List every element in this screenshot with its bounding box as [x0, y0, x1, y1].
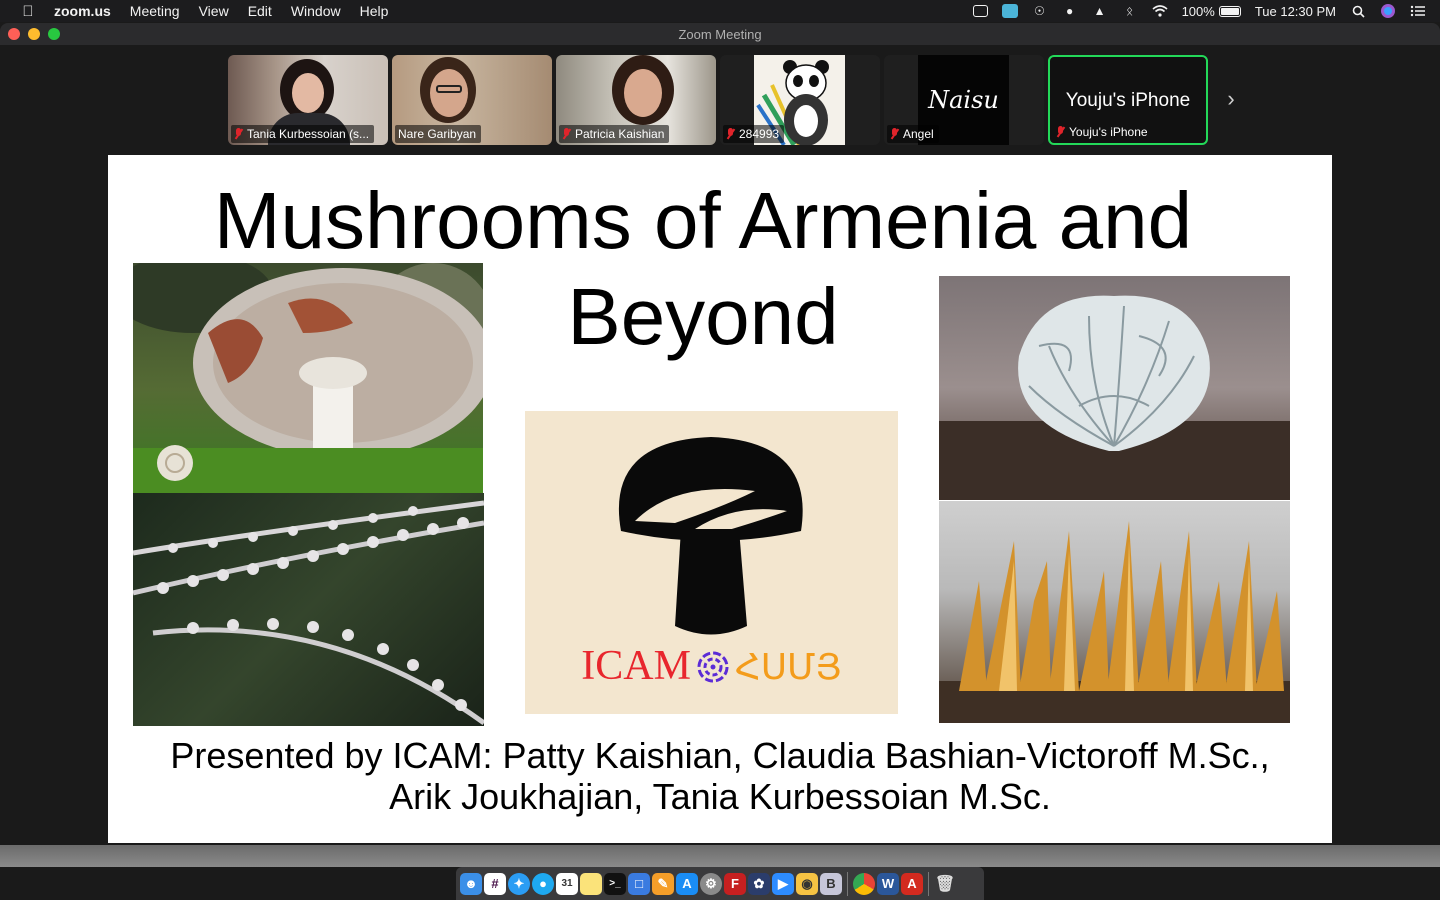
participant-name: Tania Kurbessoian (s...	[247, 127, 370, 141]
bbedit-icon[interactable]: B	[820, 872, 842, 895]
app-store-icon[interactable]: A	[676, 872, 698, 895]
muted-mic-icon	[562, 128, 571, 140]
safari-icon[interactable]: ✦	[508, 872, 530, 895]
filezilla-icon[interactable]: F	[724, 872, 746, 895]
icam-logo-text: ICAM ՀՍՄՅ	[525, 643, 898, 691]
system-preferences-icon[interactable]: ⚙	[700, 872, 722, 895]
coral-fungus-drawing	[939, 521, 1290, 723]
participant-tile[interactable]: Patricia Kaishian	[556, 55, 716, 145]
acrobat-icon[interactable]: A	[901, 872, 923, 895]
apple-logo-icon[interactable]: 	[18, 3, 38, 20]
keynote-icon[interactable]: □	[628, 872, 650, 895]
participant-nameplate: 284993	[723, 125, 785, 143]
photo-slime-mold-strands	[133, 493, 484, 726]
menu-window[interactable]: Window	[291, 3, 341, 19]
messages-icon[interactable]: ●	[532, 872, 554, 895]
bluetooth-icon[interactable]: ᛟ	[1122, 4, 1138, 18]
next-page-chevron-icon[interactable]: ›	[1222, 87, 1240, 111]
participant-nameplate: Nare Garibyan	[395, 125, 482, 143]
participant-tile[interactable]: Tania Kurbessoian (s...	[228, 55, 388, 145]
window-title: Zoom Meeting	[678, 26, 762, 42]
photos-icon[interactable]: ✿	[748, 872, 770, 895]
participant-name: Nare Garibyan	[398, 127, 477, 141]
eternity-swirl-icon	[697, 647, 729, 683]
glasses-icon	[436, 85, 462, 93]
avatar-logo-text: Naisu	[928, 86, 999, 114]
cyberduck-icon[interactable]: ◉	[796, 872, 818, 895]
participant-video-face	[292, 73, 324, 113]
finder-icon[interactable]: ☻	[460, 872, 482, 895]
calendar-icon[interactable]: 31	[556, 872, 578, 895]
desktop-background	[0, 845, 1440, 867]
battery-percent: 100%	[1181, 3, 1215, 19]
spotlight-search-icon[interactable]	[1350, 4, 1366, 18]
trash-icon[interactable]: 🗑	[934, 873, 956, 895]
muted-mic-icon	[1056, 126, 1065, 138]
lacy-fungus-drawing	[939, 295, 1290, 500]
dock-separator	[847, 871, 848, 896]
slime-mold-drawing	[133, 500, 484, 726]
globe-icon[interactable]: ●	[1062, 4, 1078, 18]
photo-lacy-white-fungus	[939, 276, 1290, 500]
chrome-icon[interactable]	[853, 872, 875, 895]
participant-tile[interactable]: Nare Garibyan	[392, 55, 552, 145]
menu-edit[interactable]: Edit	[248, 3, 272, 19]
vpn-triangle-icon[interactable]: ▲	[1092, 4, 1108, 18]
screenshot-app-icon[interactable]	[1001, 4, 1018, 18]
window-titlebar[interactable]: Zoom Meeting	[0, 23, 1440, 45]
icam-logo-latin: ICAM	[581, 643, 691, 689]
clock[interactable]: Tue 12:30 PM	[1255, 4, 1336, 19]
participant-nameplate: Youju's iPhone	[1053, 123, 1153, 141]
icam-logo: ICAM ՀՍՄՅ	[525, 411, 898, 714]
icam-logo-armenian: ՀՍՄՅ	[734, 647, 842, 688]
photo-orange-coral-fungus	[939, 501, 1290, 723]
participant-name: Patricia Kaishian	[575, 127, 665, 141]
shared-screen-slide: Mushrooms of Armenia and Beyond ICAM ՀՍՄՅ	[108, 155, 1332, 843]
participant-name: Youju's iPhone	[1069, 125, 1148, 139]
zoom-icon[interactable]: ▶	[772, 872, 794, 895]
siri-icon[interactable]	[1380, 4, 1396, 18]
control-center-icon[interactable]	[1410, 4, 1426, 18]
screen-record-icon[interactable]	[972, 5, 988, 17]
battery-indicator[interactable]: 100%	[1182, 4, 1241, 19]
menu-bar:  zoom.us Meeting View Edit Window Help …	[0, 0, 1440, 22]
menu-app-name[interactable]: zoom.us	[54, 3, 111, 19]
participant-nameplate: Tania Kurbessoian (s...	[231, 125, 375, 143]
mushroom-logo-icon	[618, 437, 803, 635]
zoom-meeting-window: Zoom Meeting Tania Kurbessoian (s... Nar…	[0, 23, 1440, 845]
participant-tile[interactable]: 284993	[720, 55, 880, 145]
notes-icon[interactable]	[580, 872, 602, 895]
menu-view[interactable]: View	[199, 3, 229, 19]
participant-video-face	[624, 69, 662, 117]
muted-mic-icon	[890, 128, 899, 140]
participant-tile[interactable]: Naisu Angel	[884, 55, 1044, 145]
slide-presenters: Presented by ICAM: Patty Kaishian, Claud…	[170, 735, 1270, 817]
dock-separator	[928, 871, 929, 896]
pages-icon[interactable]: ✎	[652, 872, 674, 895]
slack-icon[interactable]: #	[484, 872, 506, 895]
participant-video-face	[430, 69, 468, 117]
dock: ☻ # ✦ ● 31 >_ □ ✎ A ⚙ F ✿ ▶ ◉ B W A 🗑	[456, 867, 984, 900]
creative-cloud-icon[interactable]: ☉	[1032, 4, 1048, 18]
participant-name: 284993	[739, 127, 780, 141]
participant-tile-active-speaker[interactable]: Youju's iPhone Youju's iPhone	[1048, 55, 1208, 145]
battery-icon	[1218, 5, 1241, 17]
status-area: ☉ ● ▲ ᛟ 100% Tue 12:30 PM	[972, 0, 1426, 22]
participant-name: Angel	[903, 127, 934, 141]
participant-strip: Tania Kurbessoian (s... Nare Garibyan Pa…	[228, 55, 1208, 145]
muted-mic-icon	[726, 128, 735, 140]
participant-nameplate: Patricia Kaishian	[559, 125, 670, 143]
wifi-icon[interactable]	[1152, 4, 1168, 18]
terminal-icon[interactable]: >_	[604, 872, 626, 895]
menu-meeting[interactable]: Meeting	[130, 3, 180, 19]
menu-help[interactable]: Help	[360, 3, 389, 19]
participant-nameplate: Angel	[887, 125, 939, 143]
muted-mic-icon	[234, 128, 243, 140]
word-icon[interactable]: W	[877, 872, 899, 895]
video-off-name: Youju's iPhone	[1065, 90, 1191, 111]
